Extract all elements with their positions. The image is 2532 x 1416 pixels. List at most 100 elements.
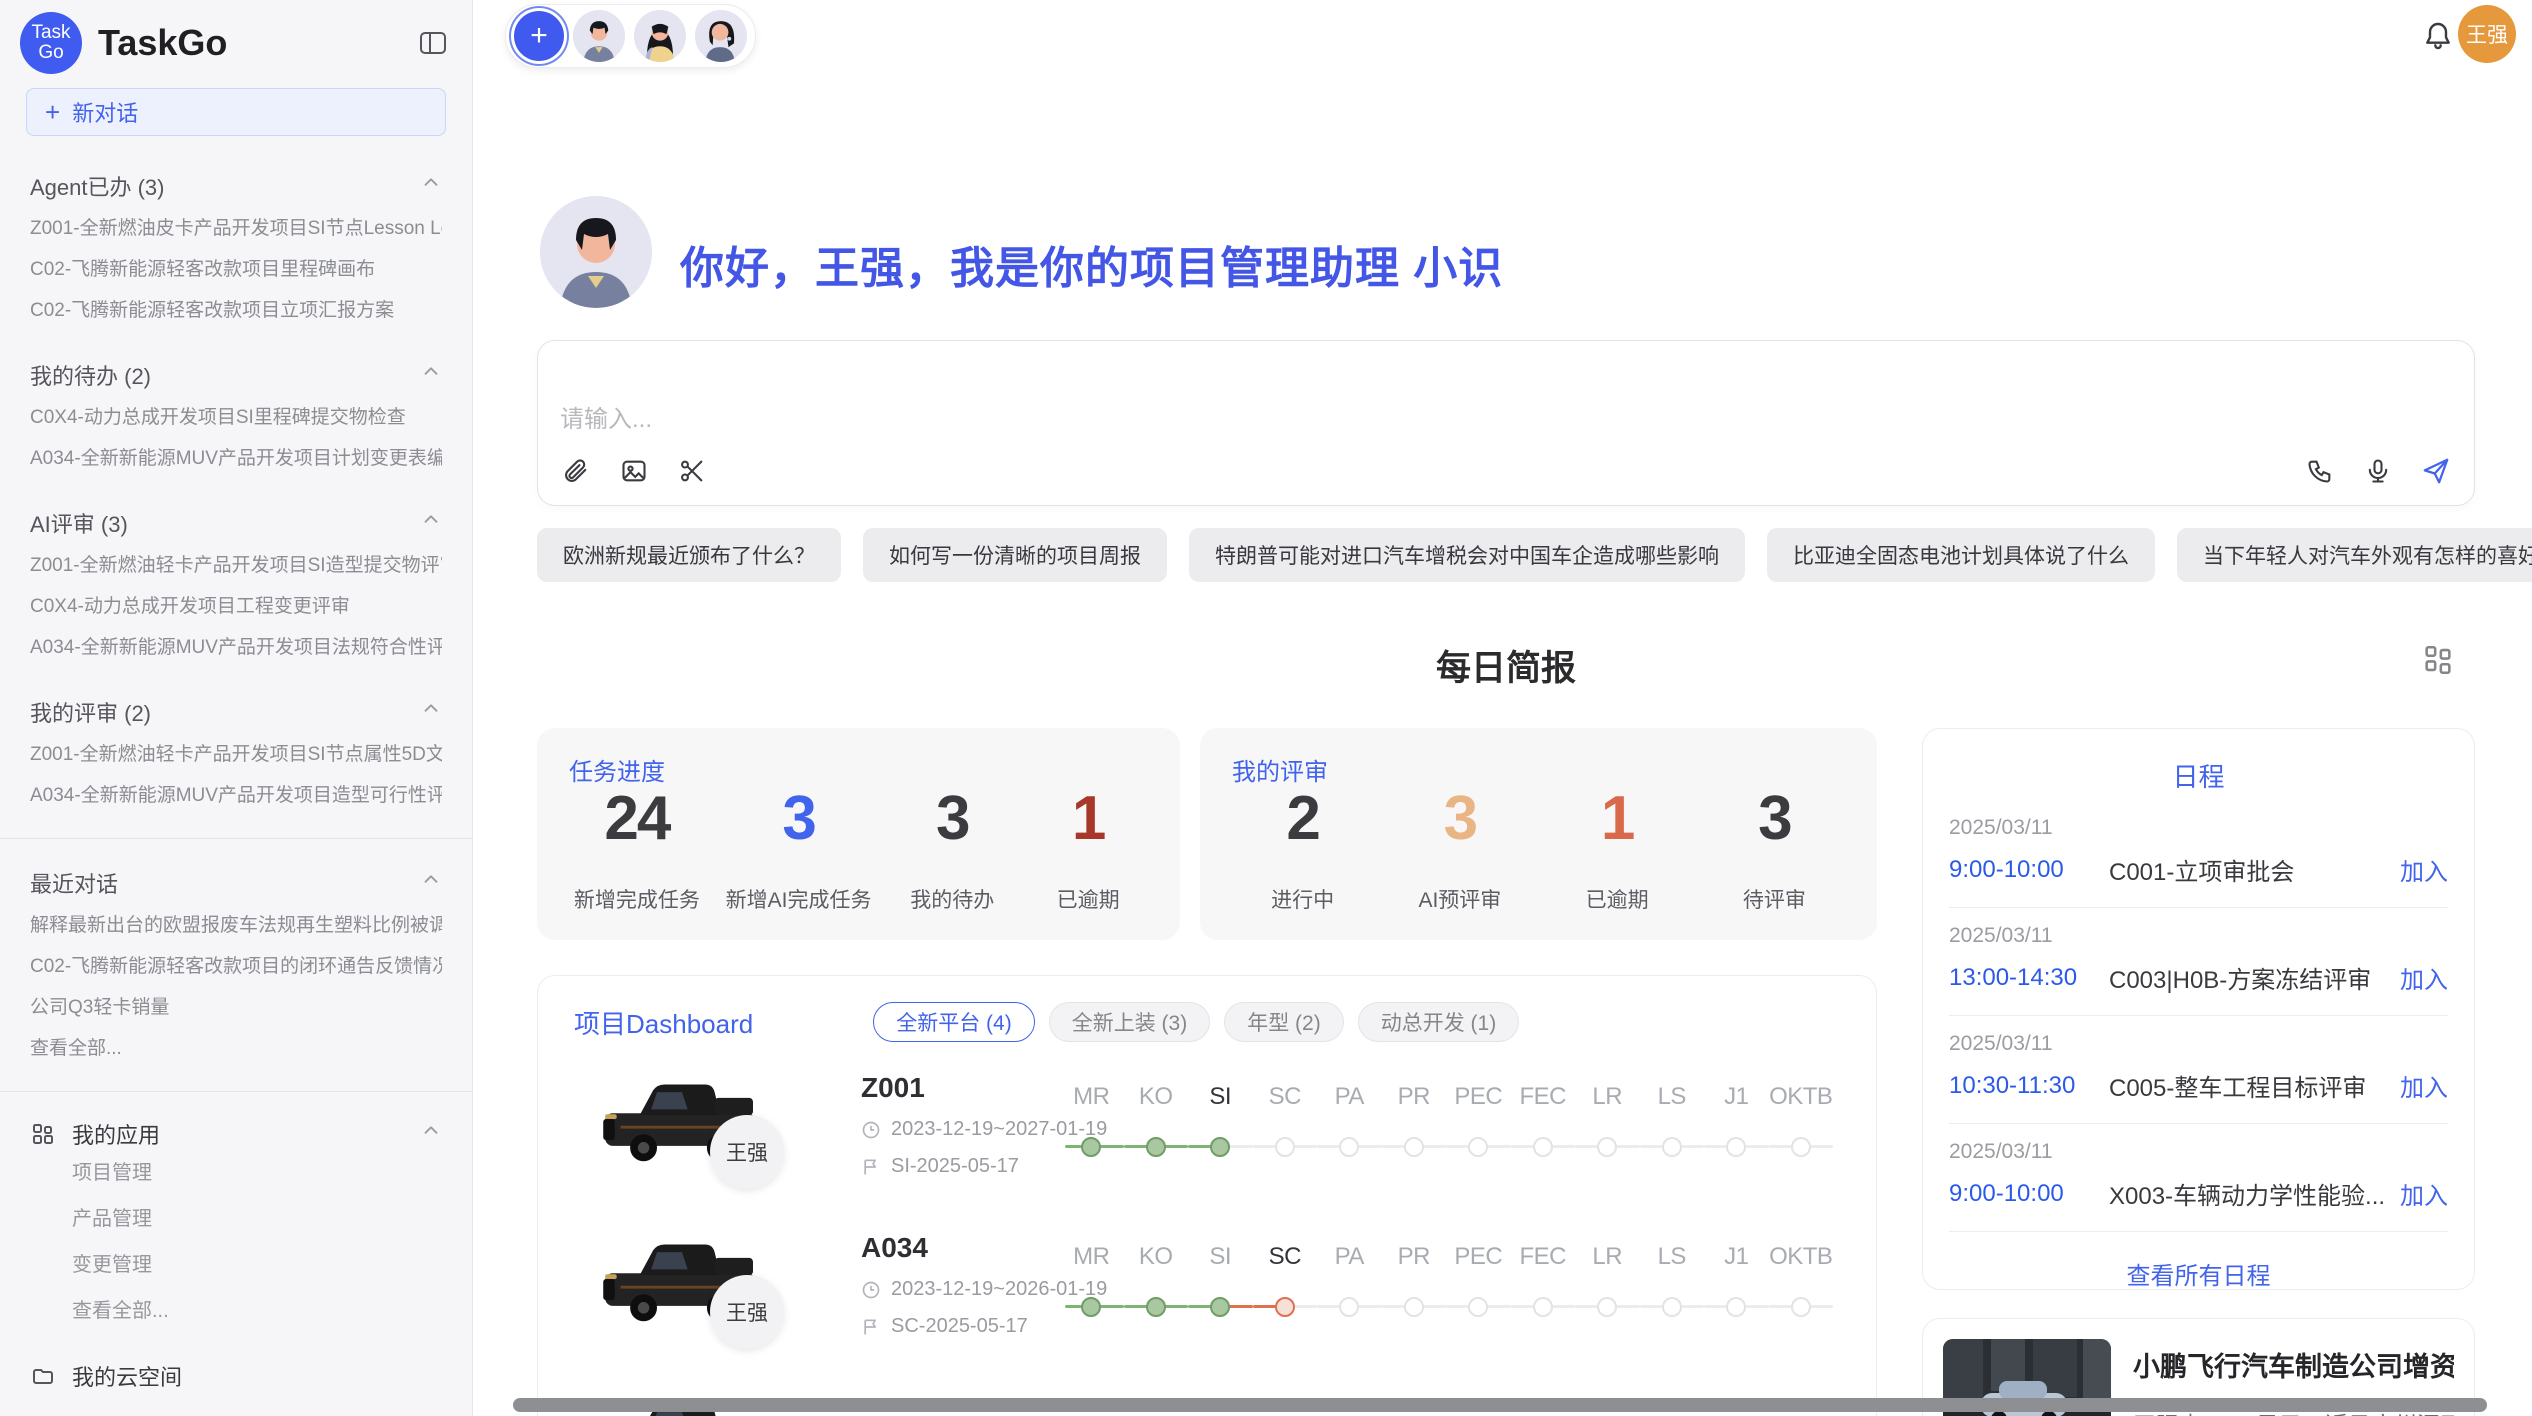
milestone-connector [1317, 1305, 1340, 1308]
milestone-stage: OKTB [1769, 1083, 1834, 1183]
join-link[interactable]: 加入 [2400, 852, 2448, 887]
owner-badge: 王强 [710, 1275, 784, 1349]
apps-grid-icon [30, 1121, 56, 1147]
project-rows: 王强Z0012023-12-19~2027-01-19SI-2025-05-17… [538, 1056, 1876, 1416]
conversation-item[interactable]: C02-飞腾新能源轻客改款项目的闭环通告反馈情况 [30, 946, 442, 987]
milestone-label: KO [1124, 1243, 1189, 1271]
milestone-stage: LS [1640, 1083, 1705, 1183]
conversation-item[interactable]: A034-全新新能源MUV产品开发项目法规符合性评审 [30, 627, 442, 668]
section-header[interactable]: Agent已办 (3) [30, 170, 442, 202]
section-label: 最近对话 [30, 867, 118, 899]
schedule-card: 日程 2025/03/119:00-10:00C001-立项审批会加入2025/… [1922, 728, 2475, 1290]
suggestion-chip[interactable]: 比亚迪全固态电池计划具体说了什么 [1767, 528, 2155, 582]
project-row[interactable]: 王强A0342023-12-19~2026-01-19SC-2025-05-17… [538, 1216, 1876, 1376]
task-progress-title: 任务进度 [569, 752, 665, 787]
scissors-icon[interactable] [676, 455, 708, 487]
app-root: Task Go TaskGo + 新对话 Agent已办 (3) Z001-全新燃… [0, 0, 2532, 1416]
sidebar-app-child[interactable]: 项目管理 [30, 1150, 442, 1196]
add-agent-button[interactable]: + [514, 11, 564, 61]
section-header[interactable]: AI评审 (3) [30, 507, 442, 539]
agent-avatar-1[interactable] [573, 10, 625, 62]
milestone-dot [1339, 1297, 1359, 1317]
sidebar-item-my-apps[interactable]: 我的应用 [30, 1118, 442, 1150]
sidebar-app-child[interactable]: 产品管理 [30, 1196, 442, 1242]
project-row[interactable]: 王强Z0012023-12-19~2027-01-19SI-2025-05-17… [538, 1056, 1876, 1216]
paperclip-icon[interactable] [560, 455, 592, 487]
milestone-connector [1358, 1305, 1381, 1308]
conversation-item[interactable]: A034-全新新能源MUV产品开发项目计划变更表编写 [30, 438, 442, 479]
stat-item: 1已逾期 [1033, 788, 1143, 914]
conversation-item[interactable]: C02-飞腾新能源轻客改款项目里程碑画布 [30, 249, 442, 290]
news-title: 小鹏飞行汽车制造公司增资 [2133, 1345, 2454, 1384]
microphone-icon[interactable] [2362, 455, 2394, 487]
logo-line1: Task [31, 23, 70, 43]
horizontal-scrollbar[interactable] [513, 1398, 2487, 1412]
logo-line2: Go [38, 43, 63, 63]
milestone-dot [1339, 1137, 1359, 1157]
suggestion-chip[interactable]: 当下年轻人对汽车外观有怎样的喜好趋势 [2177, 528, 2532, 582]
notification-bell-icon[interactable] [2420, 18, 2456, 54]
join-link[interactable]: 加入 [2400, 960, 2448, 995]
event-row: 9:00-10:00C001-立项审批会加入 [1949, 852, 2448, 887]
milestone-stage: PA [1317, 1083, 1382, 1183]
send-tools [2304, 455, 2452, 487]
milestone-connector [1769, 1305, 1792, 1308]
conversation-item[interactable]: C0X4-动力总成开发项目SI里程碑提交物检查 [30, 397, 442, 438]
divider [0, 838, 472, 839]
event-row: 10:30-11:30C005-整车工程目标评审加入 [1949, 1068, 2448, 1103]
stat-label: 我的待办 [897, 884, 1007, 914]
image-icon[interactable] [618, 455, 650, 487]
sidebar: Task Go TaskGo + 新对话 Agent已办 (3) Z001-全新燃… [0, 0, 473, 1416]
phone-icon[interactable] [2304, 455, 2336, 487]
sidebar-collapse-icon[interactable] [416, 26, 450, 60]
dashboard-tab[interactable]: 年型 (2) [1224, 1002, 1344, 1042]
milestone-label: SI [1188, 1243, 1253, 1271]
dashboard-tab[interactable]: 全新平台 (4) [873, 1002, 1035, 1042]
milestone-stage: SC [1253, 1243, 1318, 1343]
conversation-item[interactable]: C0X4-动力总成开发项目工程变更评审 [30, 586, 442, 627]
sidebar-item-cloud-space[interactable]: 我的云空间 [30, 1360, 442, 1392]
suggestion-chip[interactable]: 如何写一份清晰的项目周报 [863, 528, 1167, 582]
milestone-label: J1 [1704, 1083, 1769, 1111]
send-icon[interactable] [2420, 455, 2452, 487]
sidebar-app-child[interactable]: 变更管理 [30, 1242, 442, 1288]
section-header[interactable]: 最近对话 [30, 867, 442, 899]
layout-grid-icon[interactable] [2420, 642, 2456, 678]
new-chat-button[interactable]: + 新对话 [26, 88, 446, 136]
chat-input[interactable] [538, 341, 2474, 455]
stat-label: 进行中 [1248, 884, 1358, 914]
conversation-item[interactable]: Z001-全新燃油轻卡产品开发项目SI造型提交物评审 [30, 545, 442, 586]
join-link[interactable]: 加入 [2400, 1176, 2448, 1211]
stat-item: 24新增完成任务 [574, 788, 700, 914]
milestone-connector [1165, 1145, 1188, 1148]
conversation-item[interactable]: 公司Q3轻卡销量 [30, 987, 442, 1028]
milestone-connector [1769, 1145, 1792, 1148]
conversation-item[interactable]: Z001-全新燃油轻卡产品开发项目SI节点属性5D文件评审 [30, 734, 442, 775]
event-time: 13:00-14:30 [1949, 964, 2109, 992]
sidebar-app-child[interactable]: 查看全部... [30, 1288, 442, 1334]
conversation-item[interactable]: 查看全部... [30, 1028, 442, 1069]
conversation-item[interactable]: Z001-全新燃油皮卡产品开发项目SI节点Lesson Learn报告 [30, 208, 442, 249]
milestone-connector [1810, 1145, 1833, 1148]
taskgo-logo: Task Go [20, 12, 82, 74]
dashboard-tab[interactable]: 动总开发 (1) [1358, 1002, 1520, 1042]
conversation-item[interactable]: 解释最新出台的欧盟报废车法规再生塑料比例被调至15%... [30, 905, 442, 946]
user-avatar[interactable]: 王强 [2458, 5, 2516, 63]
milestone-stage: SI [1188, 1083, 1253, 1183]
agent-avatar-2[interactable] [634, 10, 686, 62]
suggestion-chip[interactable]: 欧洲新规最近颁布了什么？ [537, 528, 841, 582]
join-link[interactable]: 加入 [2400, 1068, 2448, 1103]
conversation-item[interactable]: A034-全新新能源MUV产品开发项目造型可行性评审 [30, 775, 442, 816]
dashboard-tab[interactable]: 全新上装 (3) [1049, 1002, 1211, 1042]
stat-value: 1 [1033, 788, 1143, 850]
section-header[interactable]: 我的待办 (2) [30, 359, 442, 391]
event-time: 9:00-10:00 [1949, 1180, 2109, 1208]
agent-avatar-3[interactable] [695, 10, 747, 62]
milestone-dot [1662, 1137, 1682, 1157]
suggestion-chip[interactable]: 特朗普可能对进口汽车增税会对中国车企造成哪些影响 [1189, 528, 1745, 582]
milestone-label: FEC [1511, 1083, 1576, 1111]
milestone-label: MR [1059, 1083, 1124, 1111]
conversation-item[interactable]: C02-飞腾新能源轻客改款项目立项汇报方案 [30, 290, 442, 331]
section-header[interactable]: 我的评审 (2) [30, 696, 442, 728]
view-all-schedule-link[interactable]: 查看所有日程 [1923, 1256, 2474, 1290]
